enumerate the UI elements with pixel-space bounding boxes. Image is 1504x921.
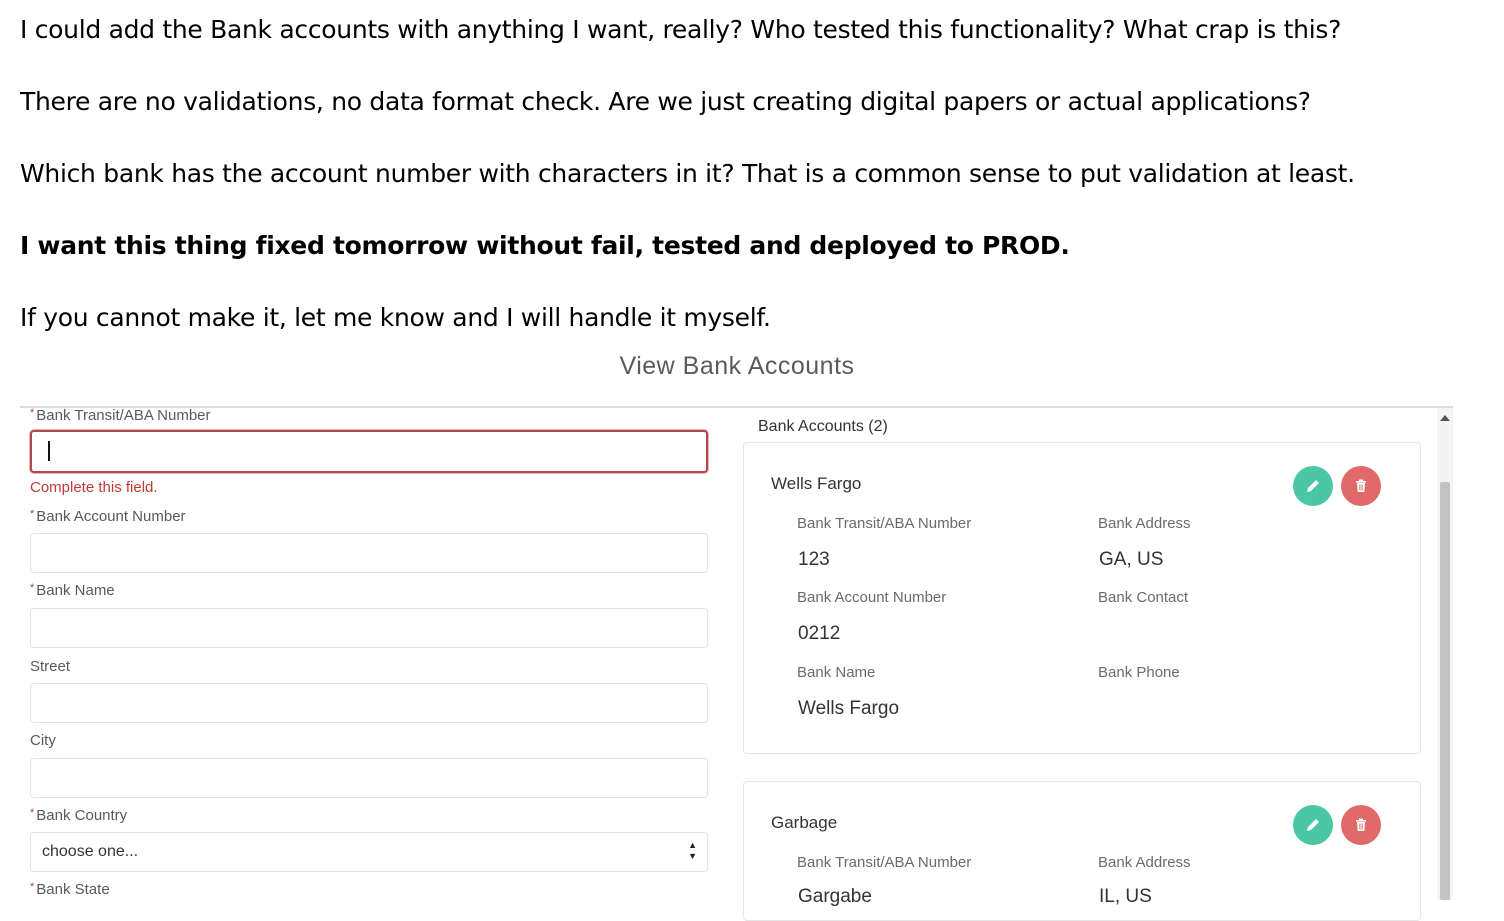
bank-state-label: * Bank State xyxy=(30,881,110,898)
trash-icon xyxy=(1356,479,1366,492)
city-label: City xyxy=(30,732,56,749)
bank-address-label: Bank Address xyxy=(1098,515,1191,532)
scroll-up-arrow-icon[interactable] xyxy=(1440,415,1450,421)
message-line-5: If you cannot make it, let me know and I… xyxy=(20,303,771,332)
delete-button[interactable] xyxy=(1341,466,1381,506)
message-line-4: I want this thing fixed tomorrow without… xyxy=(20,231,1070,260)
required-marker: * xyxy=(30,807,35,819)
edit-button[interactable] xyxy=(1293,466,1333,506)
bank-phone-label: Bank Phone xyxy=(1098,664,1180,681)
aba-number-label: Bank Transit/ABA Number xyxy=(797,854,972,871)
required-marker: * xyxy=(30,881,35,893)
delete-button[interactable] xyxy=(1341,805,1381,845)
up-down-arrows-icon: ▲ ▼ xyxy=(688,840,697,861)
message-line-1: I could add the Bank accounts with anyth… xyxy=(20,15,1342,44)
street-input[interactable] xyxy=(30,683,708,723)
bank-name-label: * Bank Name xyxy=(30,582,115,599)
account-number-label: Bank Account Number xyxy=(797,589,947,606)
trash-icon xyxy=(1356,818,1366,831)
account-number-input[interactable] xyxy=(30,533,708,573)
required-marker: * xyxy=(30,407,35,419)
bank-account-card: Wells Fargo Bank Transit/ABA Number 123 … xyxy=(743,442,1421,754)
aba-number-input[interactable] xyxy=(30,430,708,473)
page-title: View Bank Accounts xyxy=(619,352,855,380)
bank-address-label: Bank Address xyxy=(1098,854,1191,871)
bank-name-input[interactable] xyxy=(30,608,708,648)
pencil-icon xyxy=(1307,480,1319,492)
aba-number-label: Bank Transit/ABA Number xyxy=(797,515,972,532)
account-number-label: * Bank Account Number xyxy=(30,508,186,525)
message-line-3: Which bank has the account number with c… xyxy=(20,159,1355,188)
pencil-icon xyxy=(1307,819,1319,831)
text-caret xyxy=(48,441,50,461)
bank-address-value: IL, US xyxy=(1099,886,1152,907)
bank-country-select[interactable]: choose one... ▲ ▼ xyxy=(30,832,708,872)
scroll-thumb[interactable] xyxy=(1440,482,1450,900)
edit-button[interactable] xyxy=(1293,805,1333,845)
message-line-2: There are no validations, no data format… xyxy=(20,87,1311,116)
bank-country-selected: choose one... xyxy=(42,843,139,860)
bank-name-label: Bank Name xyxy=(797,664,876,681)
account-number-value: 0212 xyxy=(798,623,841,644)
header-divider xyxy=(20,406,1453,408)
card-bank-title: Wells Fargo xyxy=(771,474,862,493)
bank-name-value: Wells Fargo xyxy=(798,698,900,719)
card-bank-title: Garbage xyxy=(771,813,838,832)
bank-address-value: GA, US xyxy=(1099,549,1164,570)
bank-accounts-title: Bank Accounts (2) xyxy=(758,418,888,435)
required-marker: * xyxy=(30,508,35,520)
bank-country-label: * Bank Country xyxy=(30,807,128,824)
required-marker: * xyxy=(30,582,35,594)
street-label: Street xyxy=(30,658,71,675)
bank-contact-label: Bank Contact xyxy=(1098,589,1189,606)
aba-number-error: Complete this field. xyxy=(30,479,158,496)
aba-number-label: * Bank Transit/ABA Number xyxy=(30,407,211,424)
bank-account-card: Garbage Bank Transit/ABA Number Gargabe … xyxy=(743,781,1421,921)
aba-number-value: Gargabe xyxy=(798,886,872,907)
aba-number-value: 123 xyxy=(798,549,830,570)
city-input[interactable] xyxy=(30,758,708,798)
scrollbar[interactable] xyxy=(1437,408,1453,900)
